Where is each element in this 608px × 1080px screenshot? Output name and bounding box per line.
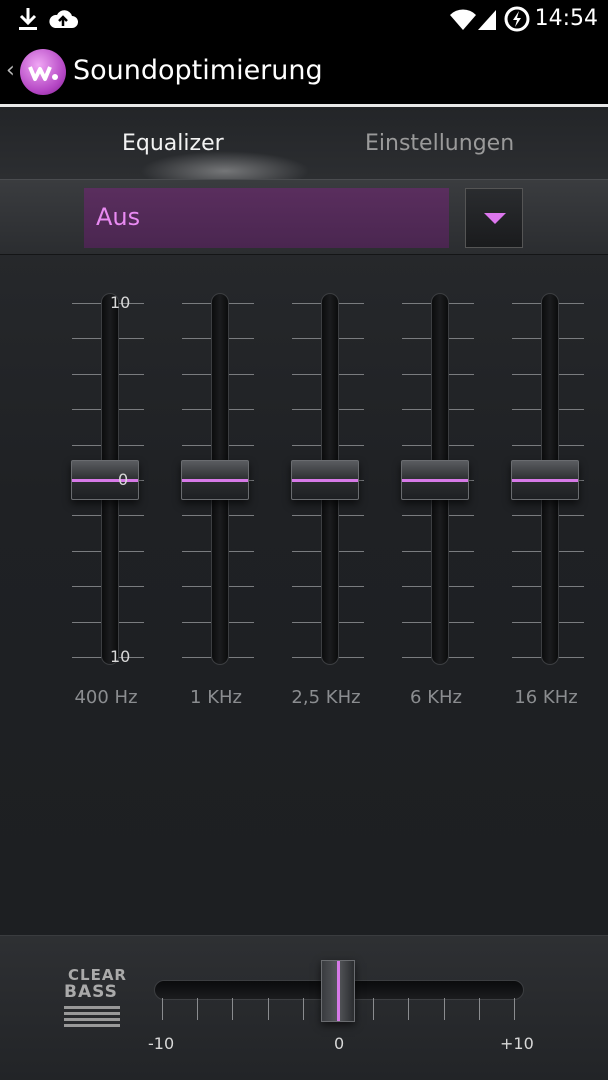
wifi-icon <box>450 9 476 30</box>
eq-band-2-5khz: 2,5 KHz <box>288 287 368 708</box>
eq-slider-knob[interactable] <box>511 460 579 500</box>
clear-bass-panel: CLEAR BASS -10 0 +10 <box>0 935 608 1080</box>
tab-bar: Equalizer Einstellungen <box>0 107 608 191</box>
eq-band-1khz: 1 KHz <box>178 287 258 708</box>
clear-bass-tick <box>478 998 480 1020</box>
eq-band-6khz: 6 KHz <box>398 287 478 708</box>
clear-bass-min-label: -10 <box>148 1034 175 1053</box>
eq-slider-knob[interactable] <box>291 460 359 500</box>
eq-scale-mid: 0 <box>118 470 129 489</box>
eq-scale-bottom: 10 <box>110 647 131 666</box>
clear-bass-tick <box>373 998 375 1020</box>
clear-bass-tick <box>443 998 445 1020</box>
eq-band-label: 2,5 KHz <box>291 687 361 708</box>
page-title: Soundoptimierung <box>73 55 323 86</box>
eq-band-16khz: 16 KHz <box>508 287 588 708</box>
eq-slider-knob[interactable] <box>181 460 249 500</box>
action-bar: ‹ Soundoptimierung <box>0 38 608 106</box>
status-bar: 14:54 <box>0 0 608 38</box>
chevron-left-icon[interactable]: ‹ <box>6 58 15 83</box>
clear-bass-logo: CLEAR BASS <box>62 966 126 1027</box>
eq-band-label: 400 Hz <box>74 687 138 708</box>
eq-band-label: 1 KHz <box>190 687 242 708</box>
clear-bass-tick <box>408 998 410 1020</box>
sound-panel: Equalizer Einstellungen Aus 10 0 10 400 … <box>0 107 608 1080</box>
battery-charging-icon <box>504 6 530 32</box>
preset-selector[interactable]: Aus <box>84 188 449 248</box>
preset-value: Aus <box>96 203 141 231</box>
eq-band-label: 6 KHz <box>410 687 462 708</box>
status-time: 14:54 <box>534 6 598 31</box>
eq-scale-top: 10 <box>110 293 131 312</box>
tab-einstellungen[interactable]: Einstellungen <box>365 131 514 156</box>
preset-dropdown-button[interactable] <box>465 188 523 248</box>
tab-equalizer[interactable]: Equalizer <box>122 131 224 156</box>
eq-band-400hz: 10 0 10 400 Hz <box>68 287 148 708</box>
clear-bass-tick <box>162 998 163 1020</box>
clear-bass-max-label: +10 <box>500 1034 534 1053</box>
eq-band-label: 16 KHz <box>514 687 578 708</box>
clear-bass-tick <box>514 998 515 1020</box>
clear-bass-mid-label: 0 <box>334 1034 345 1053</box>
walkman-logo-icon[interactable] <box>20 49 66 95</box>
equalizer: 10 0 10 400 Hz 1 KHz 2,5 KHz 6 KHz 16 KH… <box>0 287 608 708</box>
clear-bass-tick <box>197 998 199 1020</box>
preset-row: Aus <box>0 179 608 255</box>
eq-slider-knob[interactable] <box>71 460 139 500</box>
clear-bass-tick <box>267 998 269 1020</box>
signal-icon <box>478 10 496 30</box>
clear-bass-logo-line2: BASS <box>64 982 118 1002</box>
triangle-down-icon <box>484 213 506 224</box>
download-icon <box>19 8 37 30</box>
eq-slider-knob[interactable] <box>401 460 469 500</box>
clear-bass-tick <box>232 998 234 1020</box>
clear-bass-tick <box>302 998 304 1020</box>
clear-bass-slider-knob[interactable] <box>321 960 355 1022</box>
cloud-upload-icon <box>49 10 78 28</box>
